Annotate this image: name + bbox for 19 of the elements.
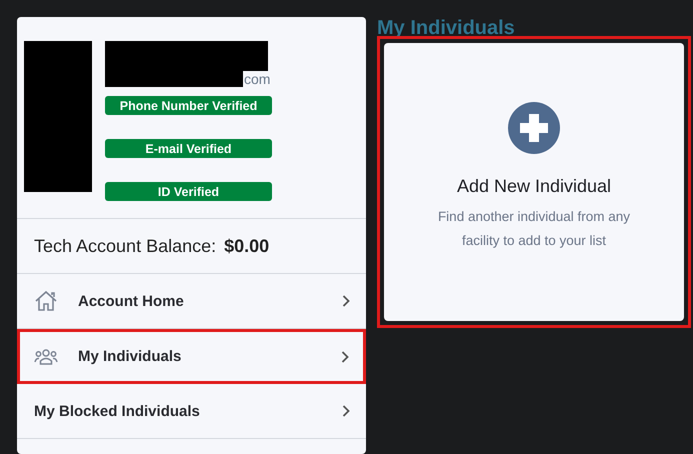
verified-badge: E-mail Verified — [105, 139, 272, 158]
card-description: Find another individual from any facility to add to your list — [436, 208, 632, 250]
verified-badge: Phone Number Verified — [105, 96, 272, 115]
section-heading: My Individuals — [377, 17, 516, 36]
add-individual-card[interactable]: Add New Individual Find another individual from any facility to add to your list — [384, 43, 684, 321]
menu-item[interactable]: My Blocked Individuals — [17, 384, 366, 439]
email-text: com — [244, 72, 270, 87]
chevron-icon — [342, 295, 350, 307]
verified-badge: ID Verified — [105, 182, 272, 201]
home-icon — [34, 290, 58, 312]
card-title: Add New Individual — [456, 176, 612, 197]
chevron-icon — [342, 405, 350, 417]
balance-value: $0.00 — [224, 236, 270, 256]
chevron-icon — [341, 350, 349, 362]
add-icon — [508, 102, 560, 154]
balance-label: Tech Account Balance: — [34, 236, 216, 256]
menu-item[interactable]: Account Home — [17, 274, 366, 329]
people-icon — [34, 348, 58, 366]
menu-item[interactable]: My Individuals — [17, 329, 366, 384]
